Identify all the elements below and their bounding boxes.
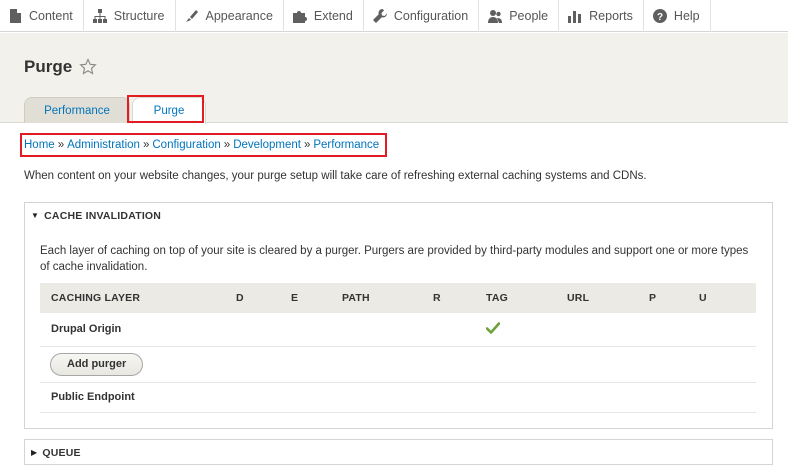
tab-purge[interactable]: Purge (132, 97, 206, 124)
breadcrumb-configuration[interactable]: Configuration (152, 139, 220, 151)
toolbar-item-people[interactable]: People (479, 0, 560, 32)
toolbar-item-appearance[interactable]: Appearance (176, 0, 284, 32)
breadcrumb-separator: » (303, 139, 311, 151)
toolbar-item-help[interactable]: ? Help (644, 0, 711, 32)
svg-text:?: ? (657, 12, 663, 23)
cache-invalidation-title: CACHE INVALIDATION (44, 209, 162, 222)
appearance-icon (185, 10, 198, 22)
toolbar-item-label: Content (29, 9, 73, 23)
column-header: PATH (342, 292, 370, 304)
structure-icon (92, 9, 107, 23)
caching-layer-name: Public Endpoint (51, 391, 135, 403)
wrench-icon (372, 9, 387, 23)
table-row: Public Endpoint (40, 382, 756, 412)
toolbar-item-extend[interactable]: Extend (284, 0, 364, 32)
toolbar-item-configuration[interactable]: Configuration (364, 0, 480, 32)
queue-title: QUEUE (42, 446, 81, 459)
column-header: P (649, 292, 657, 304)
people-icon (488, 10, 503, 23)
toolbar-item-label: Extend (313, 9, 353, 23)
page-header: Purge Performance Purge (0, 33, 788, 124)
queue-details: ▶ QUEUE (24, 439, 773, 465)
column-header: URL (567, 292, 590, 304)
star-icon[interactable] (79, 58, 97, 76)
breadcrumb-separator: » (57, 139, 65, 151)
column-header: R (433, 292, 441, 304)
breadcrumb-home[interactable]: Home (24, 139, 55, 151)
reports-icon (568, 11, 582, 23)
add-purger-button[interactable]: Add purger (50, 352, 144, 376)
admin-toolbar: Content Structure Appearance Extend Conf… (0, 0, 788, 32)
cache-invalidation-description: Each layer of caching on top of your sit… (40, 245, 749, 273)
toolbar-item-label: Configuration (393, 9, 469, 23)
table-row: Drupal Origin (40, 313, 756, 346)
help-icon: ? (652, 9, 667, 23)
checkmark-icon (485, 321, 501, 334)
queue-summary[interactable]: ▶ QUEUE (25, 440, 772, 465)
content-icon (10, 9, 21, 23)
table-header-row: CACHING LAYER D E PATH R TAG URL P U (40, 283, 756, 313)
toolbar-item-structure[interactable]: Structure (84, 0, 176, 32)
breadcrumb-performance[interactable]: Performance (313, 139, 379, 151)
triangle-right-icon: ▶ (31, 448, 38, 457)
toolbar-item-label: People (509, 9, 549, 23)
triangle-down-icon: ▼ (31, 211, 40, 220)
cache-invalidation-details: ▼ CACHE INVALIDATION Each layer of cachi… (24, 202, 773, 429)
breadcrumb-administration[interactable]: Administration (67, 139, 140, 151)
toolbar-item-content[interactable]: Content (0, 0, 84, 32)
breadcrumb-separator: » (142, 139, 150, 151)
column-header: U (699, 292, 707, 304)
breadcrumb: Home» Administration» Configuration» Develo… (24, 139, 379, 151)
tab-performance[interactable]: Performance (24, 97, 130, 123)
column-header: TAG (486, 292, 508, 304)
toolbar-item-label: Structure (113, 9, 165, 23)
column-header: CACHING LAYER (51, 292, 141, 304)
table-row: Add purger (40, 346, 756, 382)
page-title: Purge (24, 57, 73, 76)
breadcrumb-development[interactable]: Development (233, 139, 301, 151)
breadcrumb-separator: » (223, 139, 231, 151)
toolbar-item-label: Appearance (205, 9, 273, 23)
cache-invalidation-summary[interactable]: ▼ CACHE INVALIDATION (25, 203, 772, 228)
intro-text: When content on your website changes, yo… (24, 170, 647, 182)
purgers-table: CACHING LAYER D E PATH R TAG URL P U Dru… (40, 283, 756, 413)
column-header: E (291, 292, 299, 304)
toolbar-item-reports[interactable]: Reports (559, 0, 644, 32)
primary-tabs: Performance Purge (24, 97, 208, 124)
column-header: D (236, 292, 244, 304)
extend-icon (292, 11, 307, 23)
toolbar-item-label: Help (673, 9, 700, 23)
toolbar-item-label: Reports (589, 9, 633, 23)
caching-layer-name: Drupal Origin (51, 323, 122, 336)
